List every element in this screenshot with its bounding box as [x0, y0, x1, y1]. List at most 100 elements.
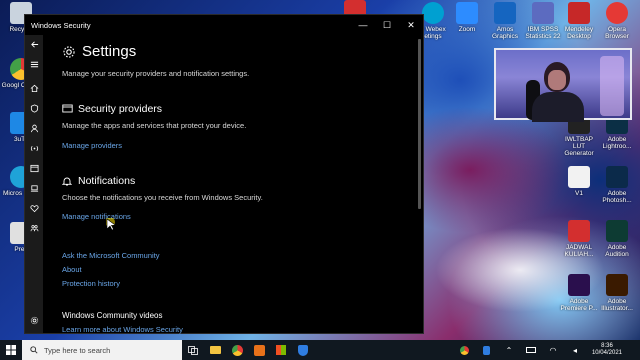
home-icon [30, 84, 38, 92]
manage-notifications-link[interactable]: Manage notifications [62, 212, 131, 221]
person-body [532, 92, 584, 122]
learn-more-link[interactable]: Learn more about Windows Security [62, 325, 183, 334]
tray-bluetooth[interactable] [476, 340, 498, 360]
protection-history-link[interactable]: Protection history [62, 279, 120, 288]
laptop-icon [30, 184, 38, 192]
taskbar: Type here to search ⌃ ◠ ◂ 8:36 10/04/202… [0, 340, 640, 360]
close-button[interactable]: ✕ [399, 15, 423, 35]
desktop-icon-pdf-jadwal[interactable]: JADWAL KULIAH... [558, 220, 600, 258]
security-providers-heading: Security providers [62, 103, 162, 115]
desktop-icon-file[interactable]: V1 [558, 166, 600, 197]
store-icon [276, 345, 286, 355]
minimize-button[interactable]: — [351, 15, 375, 35]
page-title: Settings [82, 43, 137, 60]
nav-home[interactable] [25, 81, 43, 95]
ask-community-link[interactable]: Ask the Microsoft Community [62, 251, 160, 260]
zoom-icon [456, 2, 478, 24]
webcam-overlay [494, 48, 632, 122]
person-face [548, 70, 566, 90]
back-arrow-icon [30, 40, 38, 48]
amos-icon [494, 2, 516, 24]
page-heading: Settings [62, 43, 136, 60]
manage-providers-link[interactable]: Manage providers [62, 141, 122, 150]
opera-icon [606, 2, 628, 24]
back-button[interactable] [25, 37, 43, 51]
nav-family-options[interactable] [25, 221, 43, 235]
file-icon [568, 166, 590, 188]
taskbar-file-explorer[interactable] [204, 340, 226, 360]
family-icon [30, 224, 38, 231]
nav-firewall[interactable] [25, 141, 43, 155]
tray-chevron[interactable]: ⌃ [498, 340, 520, 360]
task-view-button[interactable] [182, 340, 204, 360]
audition-icon [606, 220, 628, 242]
chrome-icon [460, 345, 470, 355]
desktop-icon-audition[interactable]: Adobe Audition [596, 220, 638, 258]
search-icon [30, 346, 38, 354]
person-icon [30, 124, 38, 132]
nav-device-health[interactable] [25, 201, 43, 215]
desktop-icon-photoshop[interactable]: Adobe Photosh... [596, 166, 638, 204]
desktop-icon-mendeley[interactable]: Mendeley Desktop [558, 2, 600, 40]
speaker-icon: ◂ [572, 345, 577, 355]
wireless-icon [30, 145, 38, 151]
taskbar-clock[interactable]: 8:36 10/04/2021 [592, 343, 622, 357]
app-icon [253, 344, 265, 356]
chevron-up-icon: ⌃ [505, 345, 513, 355]
premiere-icon [568, 274, 590, 296]
nav-virus-protection[interactable] [25, 101, 43, 115]
heart-icon [29, 204, 39, 212]
spss-icon [532, 2, 554, 24]
mouse-cursor [105, 217, 118, 237]
taskbar-security[interactable] [292, 340, 314, 360]
windows-logo-icon [6, 345, 16, 355]
windows-security-window: Windows Security — ☐ ✕ Settings Manage y… [24, 14, 424, 334]
start-button[interactable] [0, 340, 22, 360]
clock-date: 10/04/2021 [591, 350, 622, 356]
tray-chrome[interactable] [454, 340, 476, 360]
desktop-icon-illustrator[interactable]: Adobe Illustrator... [596, 274, 638, 312]
gear-icon [30, 316, 38, 324]
title-bar: Windows Security — ☐ ✕ [25, 15, 423, 35]
security-providers-description: Manage the apps and services that protec… [62, 121, 247, 130]
pdf-icon [568, 220, 590, 242]
desktop-icon-amos[interactable]: Amos Graphics [484, 2, 526, 40]
hamburger-icon [30, 61, 38, 67]
nav-account-protection[interactable] [25, 121, 43, 135]
nav-settings[interactable] [25, 313, 43, 327]
notifications-description: Choose the notifications you receive fro… [62, 193, 263, 202]
nav-device-security[interactable] [25, 181, 43, 195]
mendeley-icon [568, 2, 590, 24]
clock-time: 8:36 [601, 343, 613, 349]
shield-icon [30, 103, 38, 113]
page-subtitle: Manage your security providers and notif… [62, 69, 250, 78]
maximize-button[interactable]: ☐ [375, 15, 399, 35]
chrome-icon [231, 344, 243, 356]
shield-icon [298, 344, 308, 356]
cursor-icon [105, 217, 117, 231]
battery-icon [525, 347, 536, 353]
tray-volume[interactable]: ◂ [564, 340, 586, 360]
taskbar-search[interactable]: Type here to search [22, 340, 182, 360]
taskbar-chrome[interactable] [226, 340, 248, 360]
light-glow [600, 56, 624, 116]
taskbar-app-orange[interactable] [248, 340, 270, 360]
tray-network[interactable]: ◠ [542, 340, 564, 360]
nav-app-browser[interactable] [25, 161, 43, 175]
desktop-icon-premiere[interactable]: Adobe Premiere P... [558, 274, 600, 312]
illustrator-icon [606, 274, 628, 296]
desktop-icon-opera[interactable]: Opera Browser [596, 2, 638, 40]
webex-icon [422, 2, 444, 24]
about-link[interactable]: About [62, 265, 82, 274]
taskbar-store[interactable] [270, 340, 292, 360]
browser-window-icon [29, 164, 39, 172]
task-view-icon [188, 345, 198, 355]
tray-battery[interactable] [520, 340, 542, 360]
system-tray: ⌃ ◠ ◂ 8:36 10/04/2021 [454, 340, 640, 360]
bluetooth-icon [483, 345, 491, 355]
menu-button[interactable] [25, 57, 43, 71]
desktop-icon-zoom[interactable]: Zoom [446, 2, 488, 33]
scrollbar[interactable] [418, 39, 421, 209]
search-placeholder: Type here to search [44, 345, 111, 355]
gear-icon [63, 45, 75, 58]
